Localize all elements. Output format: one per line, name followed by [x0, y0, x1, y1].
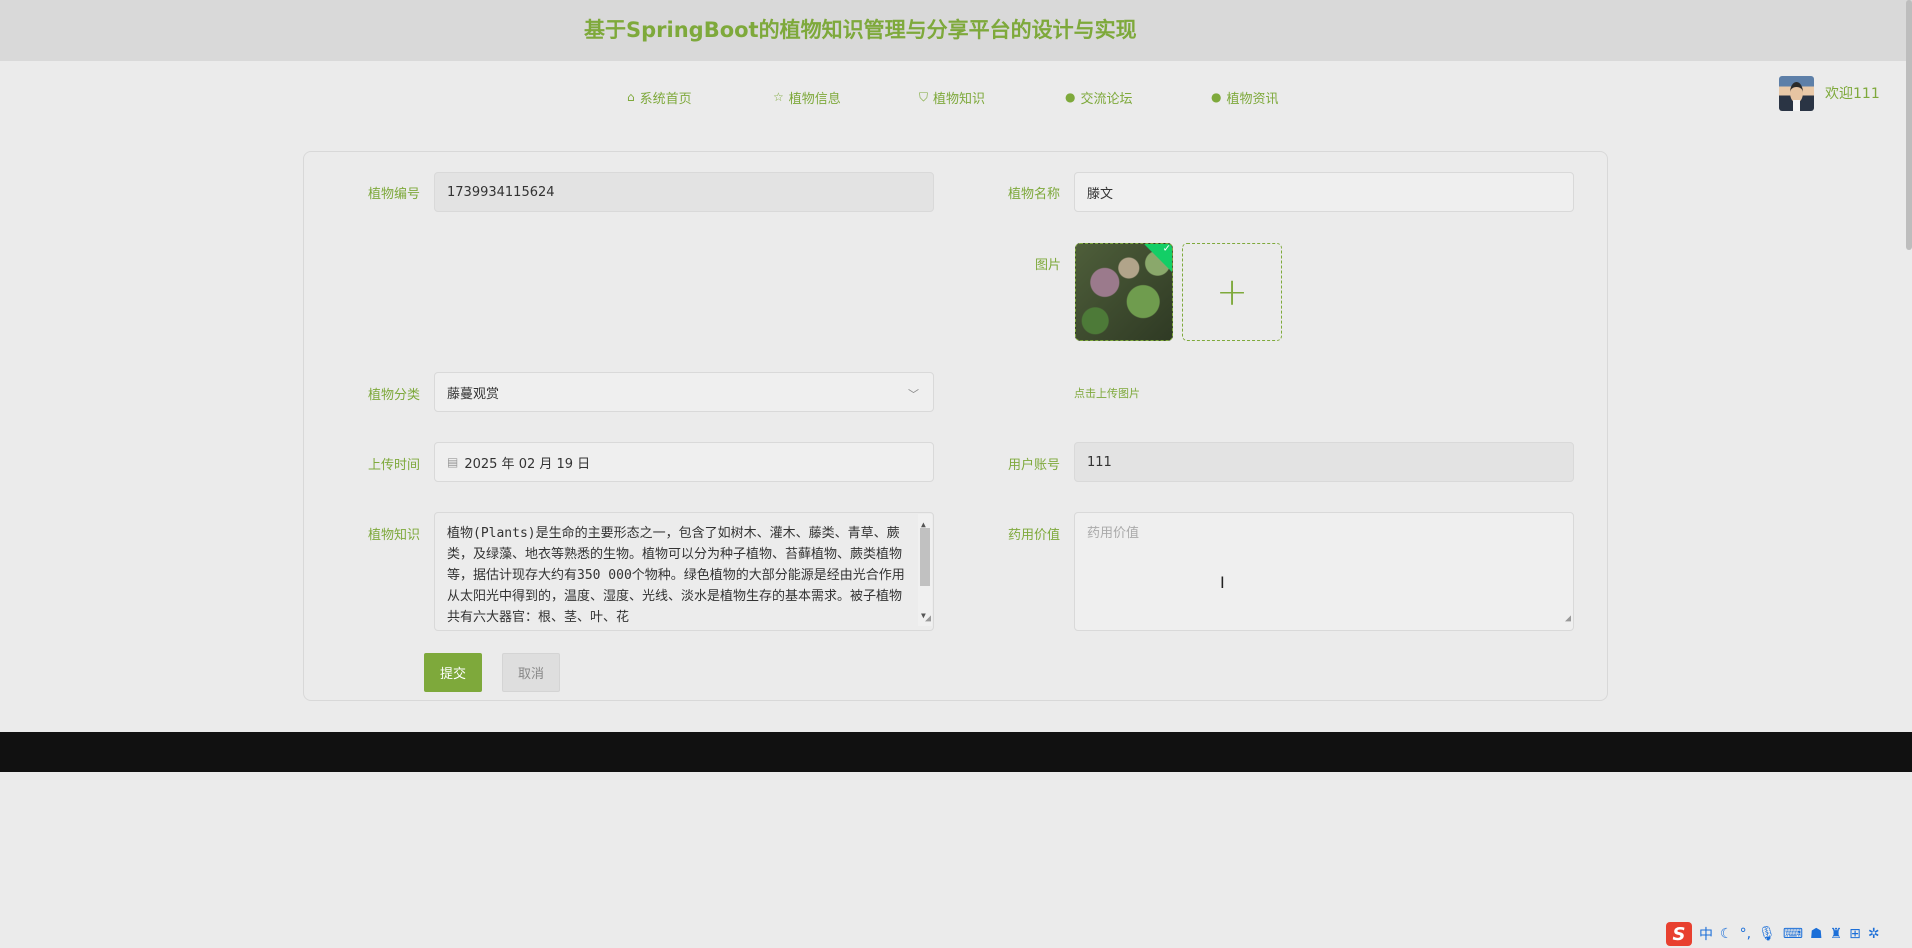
submit-button[interactable]: 提交 [424, 653, 482, 692]
plant-no-field[interactable]: 1739934115624 [434, 172, 934, 212]
upload-add-button[interactable]: + [1182, 243, 1282, 341]
resize-handle-icon[interactable]: ◢ [1565, 608, 1571, 629]
ime-mode-label[interactable]: 中 [1699, 924, 1713, 944]
knowledge-textarea[interactable]: 植物(Plants)是生命的主要形态之一，包含了如树木、灌木、藤类、青草、蕨类，… [434, 512, 934, 631]
plant-name-field[interactable]: 滕文 [1074, 172, 1574, 212]
nav-item-forum[interactable]: ● 交流论坛 [1065, 86, 1133, 108]
upload-time-picker[interactable]: ▤ 2025 年 02 月 19 日 [434, 442, 934, 482]
shirt-icon[interactable]: ♜ [1830, 926, 1843, 942]
account-field[interactable]: 111 [1074, 442, 1574, 482]
nav-item-label: 植物资讯 [1226, 91, 1279, 107]
nav-item-label: 植物信息 [788, 91, 841, 107]
sogou-logo-icon[interactable]: S [1666, 922, 1692, 946]
avatar[interactable] [1779, 75, 1814, 111]
punctuation-icon[interactable]: °, [1740, 926, 1751, 942]
site-title: 基于SpringBoot的植物知识管理与分享平台的设计与实现 [584, 18, 1137, 42]
nav-item-plant-news[interactable]: ● 植物资讯 [1211, 86, 1279, 108]
plant-no-label: 植物编号 [368, 187, 421, 202]
ime-tray: S 中 ☾ °, 🎙 ⌨ ☗ ♜ ⊞ ✲ [1666, 921, 1880, 947]
category-select[interactable]: 藤蔓观赏 ﹀ [434, 372, 934, 412]
home-icon: ⌂ [627, 90, 635, 104]
grid-icon[interactable]: ⊞ [1849, 926, 1861, 942]
plus-icon: + [1216, 270, 1248, 314]
category-label: 植物分类 [368, 388, 421, 403]
footer [0, 732, 1912, 772]
knowledge-text: 植物(Plants)是生命的主要形态之一，包含了如树木、灌木、藤类、青草、蕨类，… [447, 526, 905, 625]
main-nav: ⌂ 系统首页 ☆ 植物信息 ⛉ 植物知识 ● 交流论坛 ● 植物资讯 [0, 86, 1912, 108]
nav-item-plant-knowledge[interactable]: ⛉ 植物知识 [919, 86, 985, 108]
plant-no-value: 1739934115624 [447, 184, 555, 200]
account-value: 111 [1087, 454, 1112, 470]
upload-time-value: 2025 年 02 月 19 日 [464, 456, 591, 472]
text-cursor-icon: I [1220, 573, 1225, 592]
question-circle-icon: ● [1211, 90, 1222, 104]
microphone-icon[interactable]: 🎙 [1758, 926, 1776, 942]
knowledge-label: 植物知识 [368, 528, 421, 543]
upload-success-badge: ✓ [1144, 243, 1172, 273]
medicinal-label: 药用价值 [1008, 528, 1061, 543]
uploaded-image-thumbnail[interactable]: ✓ [1075, 243, 1173, 341]
welcome-text: 欢迎111 [1825, 86, 1880, 102]
info-circle-icon: ● [1065, 90, 1076, 104]
nav-item-label: 系统首页 [639, 91, 692, 107]
bag-icon: ⛉ [919, 89, 929, 104]
upload-time-label: 上传时间 [368, 458, 421, 473]
page-scrollbar[interactable] [1906, 0, 1912, 250]
title-bar: 基于SpringBoot的植物知识管理与分享平台的设计与实现 [0, 0, 1912, 61]
user-icon[interactable]: ☗ [1810, 926, 1823, 942]
medicinal-textarea[interactable]: 药用价值 ◢ [1074, 512, 1574, 631]
upload-tip: 点击上传图片 [1074, 387, 1140, 400]
plant-name-label: 植物名称 [1008, 187, 1061, 202]
chevron-down-icon: ﹀ [908, 388, 919, 401]
check-icon: ✓ [1162, 243, 1171, 255]
moon-icon[interactable]: ☾ [1720, 926, 1733, 942]
nav-item-label: 交流论坛 [1080, 91, 1133, 107]
nav-item-plant-info[interactable]: ☆ 植物信息 [773, 86, 841, 108]
calendar-icon: ▤ [447, 455, 459, 469]
cancel-button[interactable]: 取消 [502, 653, 560, 692]
category-value: 藤蔓观赏 [447, 386, 500, 402]
nav-item-home[interactable]: ⌂ 系统首页 [627, 86, 692, 108]
scrollbar-thumb[interactable] [920, 528, 930, 586]
account-label: 用户账号 [1008, 458, 1061, 473]
gear-icon[interactable]: ✲ [1868, 926, 1880, 942]
keyboard-icon[interactable]: ⌨ [1783, 926, 1803, 942]
image-label: 图片 [1035, 258, 1062, 273]
nav-item-label: 植物知识 [933, 91, 986, 107]
medicinal-placeholder: 药用价值 [1087, 526, 1140, 541]
user-menu[interactable]: 欢迎111 [1779, 75, 1880, 111]
star-icon: ☆ [773, 90, 784, 104]
resize-handle-icon[interactable]: ◢ [925, 608, 931, 629]
plant-name-value: 滕文 [1087, 186, 1114, 202]
